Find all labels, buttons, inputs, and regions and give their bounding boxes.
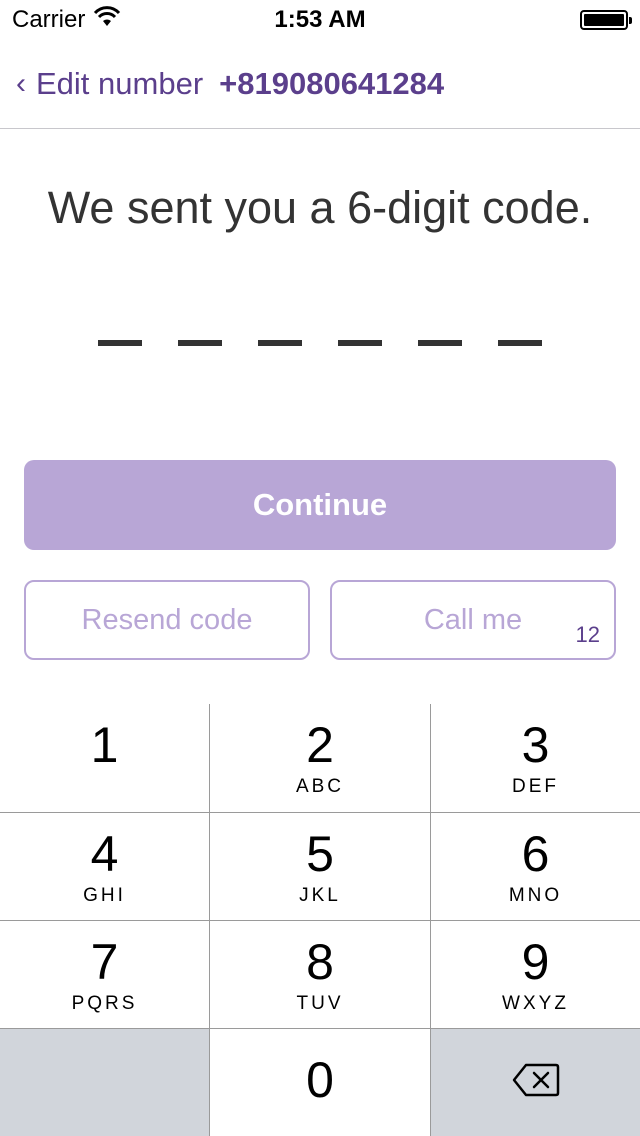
key-digit: 2 (306, 717, 334, 773)
call-countdown: 12 (575, 622, 600, 647)
key-digit: 6 (521, 826, 550, 882)
key-6[interactable]: 6 MNO (431, 813, 640, 920)
key-letters: JKL (299, 885, 341, 906)
key-digit: 1 (90, 717, 119, 773)
key-letters: MNO (508, 885, 563, 906)
phone-number: +819080641284 (219, 66, 445, 101)
key-digit: 8 (306, 934, 334, 990)
key-2[interactable]: 2 ABC (210, 704, 430, 812)
code-slot (338, 340, 382, 346)
carrier-label: Carrier (12, 6, 86, 33)
status-bar: Carrier 1:53 AM (0, 0, 640, 40)
key-8[interactable]: 8 TUV (210, 921, 430, 1028)
chevron-left-icon: ‹ (16, 67, 26, 100)
key-digit: 9 (521, 934, 550, 990)
key-letters: WXYZ (502, 993, 569, 1014)
key-digit: 7 (90, 934, 119, 990)
resend-code-label: Resend code (81, 603, 253, 636)
key-letters: PQRS (71, 993, 138, 1014)
key-digit: 5 (306, 826, 334, 882)
key-digit: 4 (90, 826, 119, 882)
key-0[interactable]: 0 (210, 1029, 430, 1136)
keypad-blank-key (0, 1029, 209, 1136)
code-slot (178, 340, 222, 346)
code-slot (258, 340, 302, 346)
battery-icon (580, 10, 632, 30)
code-input[interactable] (98, 340, 542, 350)
key-4[interactable]: 4 GHI (0, 813, 209, 920)
status-left: Carrier (12, 5, 121, 35)
code-slot (498, 340, 542, 346)
keypad-divider (0, 812, 640, 813)
call-me-button[interactable]: Call me 12 (330, 580, 616, 660)
keypad-divider (0, 1028, 640, 1029)
key-letters: TUV (296, 993, 344, 1014)
call-me-label: Call me (423, 603, 523, 636)
key-digit: 3 (521, 717, 550, 773)
backspace-icon (512, 1063, 560, 1102)
keypad-divider (209, 704, 210, 1136)
key-digit: 0 (306, 1052, 334, 1108)
key-letters: DEF (512, 776, 559, 797)
key-5[interactable]: 5 JKL (210, 813, 430, 920)
key-3[interactable]: 3 DEF (431, 704, 640, 812)
key-letters: ABC (295, 776, 345, 797)
key-9[interactable]: 9 WXYZ (431, 921, 640, 1028)
navigation-bar: ‹ Edit number +819080641284 (0, 40, 640, 129)
key-1[interactable]: 1 (0, 704, 209, 812)
key-7[interactable]: 7 PQRS (0, 921, 209, 1028)
page-title: We sent you a 6-digit code. (47, 182, 593, 233)
key-letters: GHI (83, 885, 126, 906)
resend-code-button[interactable]: Resend code (24, 580, 310, 660)
numeric-keypad: 1 2 ABC 3 DEF 4 GHI 5 JKL 6 MNO 7 PQRS 8… (0, 704, 640, 1136)
keypad-divider (430, 704, 431, 1136)
code-slot (98, 340, 142, 346)
back-button-label: Edit number (36, 66, 204, 101)
keypad-divider (0, 920, 640, 921)
code-slot (418, 340, 462, 346)
delete-key[interactable] (431, 1029, 640, 1136)
edit-number-back-button[interactable]: ‹ Edit number (16, 66, 203, 102)
continue-button[interactable]: Continue (24, 460, 616, 550)
wifi-icon (93, 5, 121, 35)
